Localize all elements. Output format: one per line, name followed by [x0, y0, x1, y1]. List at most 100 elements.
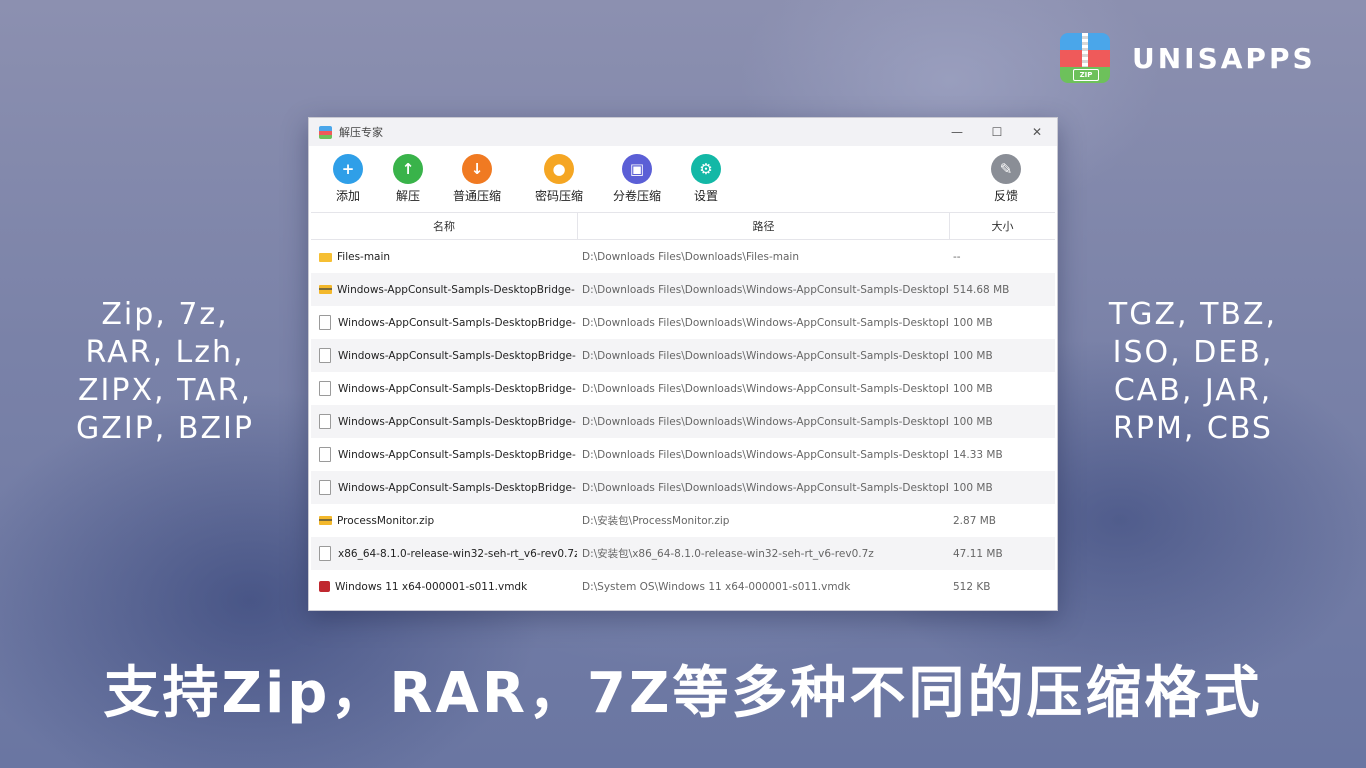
- formats-left-line: Zip, 7z,: [101, 297, 229, 332]
- table-row[interactable]: Windows-AppConsult-Sampls-DesktopBridge-…: [311, 273, 1055, 306]
- file-path: D:\Downloads Files\Downloads\Windows-App…: [582, 415, 948, 428]
- header-size[interactable]: 大小: [950, 213, 1055, 239]
- formats-left-line: ZIPX, TAR,: [77, 373, 252, 408]
- file-size: 2.87 MB: [953, 514, 996, 527]
- table-row[interactable]: x86_64-8.1.0-release-win32-seh-rt_v6-rev…: [311, 537, 1055, 570]
- settings-button[interactable]: ⚙ 设置: [681, 154, 731, 212]
- split-compress-label: 分卷压缩: [612, 189, 661, 203]
- table-row[interactable]: ProcessMonitor.zip D:\安装包\ProcessMonitor.…: [311, 504, 1055, 537]
- maximize-button[interactable]: ☐: [977, 118, 1017, 146]
- file-size: 14.33 MB: [953, 448, 1003, 461]
- cell-name: Files-main: [311, 251, 577, 263]
- caption: 支持Zip，RAR，7Z等多种不同的压缩格式: [103, 661, 1263, 726]
- file-path: D:\Downloads Files\Downloads\Windows-App…: [582, 349, 948, 362]
- feedback-icon: ✎: [991, 154, 1021, 184]
- file-size: 100 MB: [953, 349, 993, 362]
- compress-button[interactable]: ↓ 普通压缩: [447, 154, 507, 212]
- cell-name: Windows-AppConsult-Sampls-DesktopBridge-: [311, 348, 577, 363]
- file-size: 47.11 MB: [953, 547, 1003, 560]
- table-row[interactable]: Windows-AppConsult-Sampls-DesktopBridge-…: [311, 372, 1055, 405]
- file-icon: [319, 414, 331, 429]
- file-name: Windows-AppConsult-Sampls-DesktopBridge-: [337, 283, 575, 296]
- file-name: Windows 11 x64-000001-s011.vmdk: [335, 580, 528, 593]
- window-title: 解压专家: [339, 126, 383, 139]
- table-row[interactable]: Windows-AppConsult-Sampls-DesktopBridge-…: [311, 471, 1055, 504]
- file-path: D:\安装包\ProcessMonitor.zip: [582, 515, 730, 527]
- table-row[interactable]: Files-main D:\Downloads Files\Downloads\F…: [311, 240, 1055, 273]
- file-size: 100 MB: [953, 382, 993, 395]
- disk-icon: [319, 581, 330, 592]
- minimize-button[interactable]: —: [937, 118, 977, 146]
- close-button[interactable]: ✕: [1017, 118, 1057, 146]
- file-size: 514.68 MB: [953, 283, 1010, 296]
- add-label: 添加: [335, 189, 360, 203]
- cell-name: Windows-AppConsult-Sampls-DesktopBridge-: [311, 480, 577, 495]
- cell-name: ProcessMonitor.zip: [311, 515, 577, 527]
- formats-right-line: ISO, DEB,: [1112, 335, 1274, 370]
- password-compress-button[interactable]: ● 密码压缩: [529, 154, 589, 212]
- file-name: Files-main: [337, 250, 391, 263]
- feedback-label: 反馈: [993, 189, 1018, 203]
- add-button[interactable]: + 添加: [323, 154, 373, 212]
- table-header: 名称 路径 大小: [311, 212, 1055, 240]
- file-path: D:\Downloads Files\Downloads\Windows-App…: [582, 448, 948, 461]
- table-row[interactable]: Windows-AppConsult-Sampls-DesktopBridge-…: [311, 405, 1055, 438]
- settings-label: 设置: [693, 189, 718, 203]
- compress-icon: ↓: [462, 154, 492, 184]
- toolbar: + 添加 ↑ 解压 ↓ 普通压缩 ● 密码压缩 ▣ 分卷压缩 ⚙ 设置 ✎ 反馈: [309, 146, 1057, 212]
- file-path: D:\Downloads Files\Downloads\Windows-App…: [582, 316, 948, 329]
- file-path: D:\安装包\x86_64-8.1.0-release-win32-seh-rt…: [582, 548, 874, 560]
- table-row[interactable]: Windows-AppConsult-Sampls-DesktopBridge-…: [311, 438, 1055, 471]
- lock-icon: ●: [544, 154, 574, 184]
- app-icon: [319, 125, 332, 139]
- table-row[interactable]: Windows-AppConsult-Sampls-DesktopBridge-…: [311, 339, 1055, 372]
- file-size: 100 MB: [953, 316, 993, 329]
- feedback-button[interactable]: ✎ 反馈: [981, 154, 1031, 204]
- table-row[interactable]: Windows-AppConsult-Sampls-DesktopBridge-…: [311, 306, 1055, 339]
- file-path: D:\Downloads Files\Downloads\Files-main: [582, 250, 800, 263]
- cell-name: Windows-AppConsult-Sampls-DesktopBridge-: [311, 284, 577, 296]
- cell-name: Windows-AppConsult-Sampls-DesktopBridge-: [311, 315, 577, 330]
- extract-button[interactable]: ↑ 解压: [383, 154, 433, 212]
- file-icon: [319, 480, 331, 495]
- file-icon: [319, 546, 331, 561]
- file-name: x86_64-8.1.0-release-win32-seh-rt_v6-rev…: [338, 547, 577, 560]
- file-size: 100 MB: [953, 481, 993, 494]
- formats-left: Zip, 7z, RAR, Lzh, ZIPX, TAR, GZIP, BZIP: [55, 296, 275, 448]
- compress-label: 普通压缩: [452, 189, 501, 203]
- brand-name: UNISAPPS: [1132, 41, 1316, 75]
- table-row[interactable]: Windows 11 x64-000001-s011.vmdk D:\System…: [311, 570, 1055, 603]
- header-name[interactable]: 名称: [311, 213, 578, 239]
- file-icon: [319, 381, 331, 396]
- extract-icon: ↑: [393, 154, 423, 184]
- table-body: Files-main D:\Downloads Files\Downloads\F…: [311, 240, 1055, 603]
- split-archive-icon: ▣: [622, 154, 652, 184]
- brand: ZIP UNISAPPS: [1060, 33, 1316, 83]
- file-name: Windows-AppConsult-Sampls-DesktopBridge-: [338, 415, 576, 428]
- brand-logo-text: ZIP: [1073, 69, 1099, 81]
- file-name: Windows-AppConsult-Sampls-DesktopBridge-: [338, 382, 576, 395]
- add-icon: +: [333, 154, 363, 184]
- password-compress-label: 密码压缩: [534, 189, 583, 203]
- file-table: 名称 路径 大小 Files-main D:\Downloads Files\Do…: [311, 212, 1055, 603]
- formats-right-line: CAB, JAR,: [1113, 373, 1273, 408]
- file-path: D:\Downloads Files\Downloads\Windows-App…: [582, 382, 948, 395]
- file-name: Windows-AppConsult-Sampls-DesktopBridge-: [338, 448, 576, 461]
- cell-name: Windows-AppConsult-Sampls-DesktopBridge-: [311, 447, 577, 462]
- folder-icon: [319, 252, 332, 262]
- file-path: D:\System OS\Windows 11 x64-000001-s011.…: [582, 580, 851, 593]
- brand-logo-icon: ZIP: [1060, 33, 1110, 83]
- split-compress-button[interactable]: ▣ 分卷压缩: [607, 154, 667, 212]
- file-icon: [319, 348, 331, 363]
- header-path[interactable]: 路径: [578, 213, 950, 239]
- archive-icon: [319, 285, 332, 294]
- gear-icon: ⚙: [691, 154, 721, 184]
- file-name: ProcessMonitor.zip: [337, 514, 435, 527]
- file-path: D:\Downloads Files\Downloads\Windows-App…: [582, 481, 948, 494]
- formats-left-line: RAR, Lzh,: [85, 335, 245, 370]
- file-path: D:\Downloads Files\Downloads\Windows-App…: [582, 283, 948, 296]
- extract-label: 解压: [395, 189, 420, 203]
- formats-right-line: TGZ, TBZ,: [1108, 297, 1278, 332]
- file-icon: [319, 447, 331, 462]
- title-bar[interactable]: 解压专家 — ☐ ✕: [309, 118, 1057, 146]
